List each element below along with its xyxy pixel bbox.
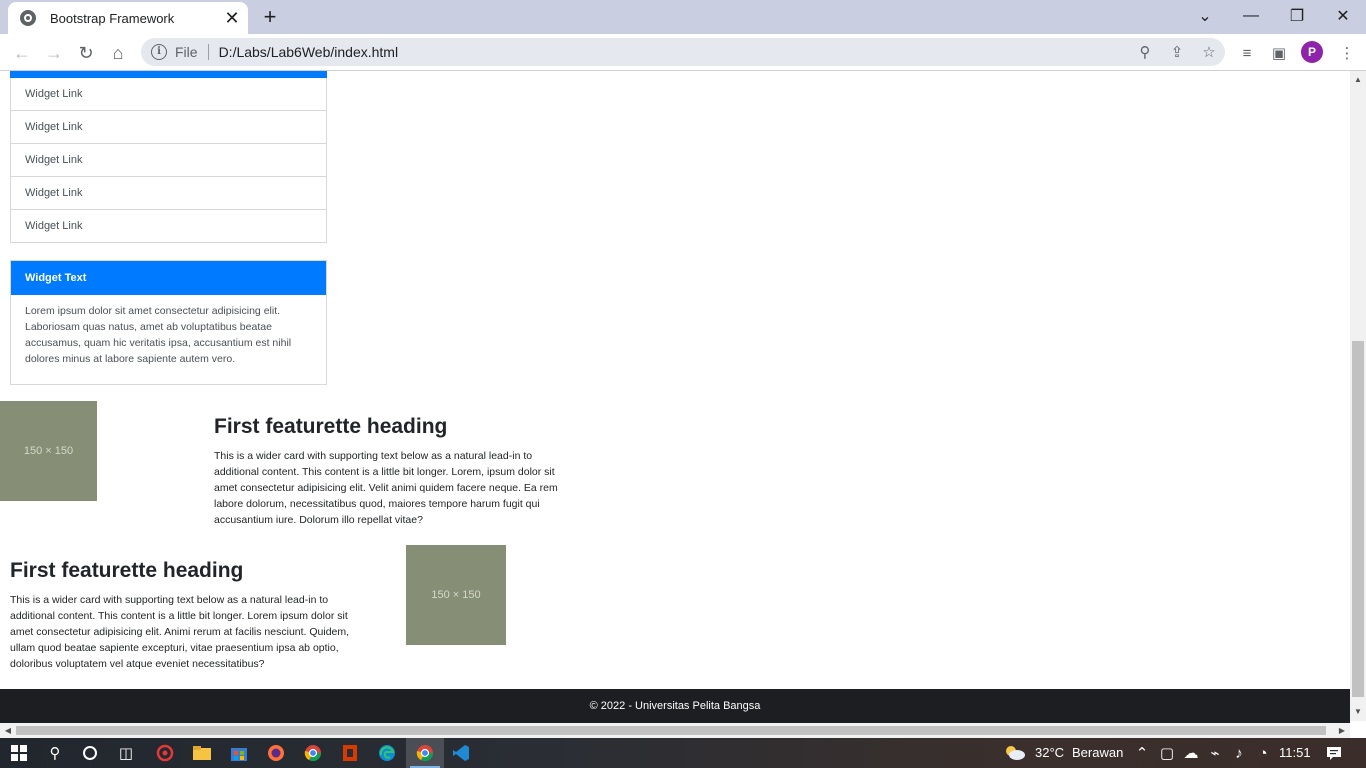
share-icon[interactable]: ⇪: [1161, 38, 1193, 66]
close-tab-icon[interactable]: ✕: [222, 8, 242, 28]
featurette-image-1: 150 × 150: [0, 401, 97, 501]
widget-link[interactable]: Widget Link: [10, 111, 327, 144]
widget-link[interactable]: Widget Link: [10, 144, 327, 177]
scroll-right-arrow-icon[interactable]: ▶: [1335, 723, 1349, 738]
weather-temperature[interactable]: 32°C: [1035, 738, 1064, 768]
widget-text-title: Widget Text: [11, 261, 326, 295]
browser-tab[interactable]: Bootstrap Framework ✕: [8, 2, 248, 34]
widget-link[interactable]: Widget Link: [10, 177, 327, 210]
site-info-icon[interactable]: i: [151, 44, 167, 60]
weather-description[interactable]: Berawan: [1072, 738, 1123, 768]
onedrive-icon[interactable]: ☁: [1180, 742, 1202, 764]
search-icon[interactable]: ⚲: [44, 742, 66, 764]
file-explorer-icon[interactable]: [191, 742, 213, 764]
tab-title: Bootstrap Framework: [50, 10, 175, 26]
page-viewport: Widget Link Widget Link Widget Link Widg…: [0, 71, 1350, 723]
windows-start-icon[interactable]: [8, 742, 30, 764]
chrome-active-icon[interactable]: [414, 742, 436, 764]
reading-list-icon[interactable]: ≡: [1233, 39, 1261, 67]
app-red-icon[interactable]: [154, 742, 176, 764]
wifi-icon[interactable]: ◔: [1252, 742, 1274, 764]
zoom-icon[interactable]: ⚲: [1129, 38, 1161, 66]
featurette-text-1: This is a wider card with supporting tex…: [214, 450, 558, 526]
widget-text-card: Widget Text Lorem ipsum dolor sit amet c…: [10, 260, 327, 385]
reload-icon[interactable]: ↻: [72, 39, 100, 67]
bookmark-star-icon[interactable]: ☆: [1193, 38, 1225, 66]
featurette-image-2: 150 × 150: [406, 545, 506, 645]
vertical-scroll-thumb[interactable]: [1352, 341, 1364, 697]
featurette-heading-1: First featurette heading: [214, 415, 448, 438]
horizontal-scroll-thumb[interactable]: [16, 726, 1326, 735]
menu-kebab-icon[interactable]: ⋮: [1333, 39, 1361, 67]
volume-icon[interactable]: ♪: [1228, 742, 1250, 764]
store-icon[interactable]: [228, 742, 250, 764]
restore-button[interactable]: ❐: [1274, 0, 1320, 32]
address-bar[interactable]: i File D:/Labs/Lab6Web/index.html ⚲ ⇪ ☆: [141, 38, 1225, 66]
meet-now-icon[interactable]: ▢: [1156, 742, 1178, 764]
widget-link[interactable]: Widget Link: [10, 78, 327, 111]
scheme-label: File: [175, 44, 198, 60]
browser-toolbar: ← → ↻ ⌂ i File D:/Labs/Lab6Web/index.htm…: [0, 34, 1366, 71]
edge-icon[interactable]: [376, 742, 398, 764]
home-icon[interactable]: ⌂: [104, 39, 132, 67]
horizontal-scrollbar[interactable]: ◀ ▶: [0, 723, 1350, 738]
close-window-button[interactable]: ✕: [1320, 0, 1366, 32]
notifications-icon[interactable]: [1323, 742, 1345, 764]
network-plug-icon[interactable]: ⌁: [1204, 742, 1226, 764]
side-panel-icon[interactable]: ▣: [1265, 39, 1293, 67]
featurette-text-2: This is a wider card with supporting tex…: [10, 594, 350, 670]
vertical-scrollbar[interactable]: ▲ ▼: [1350, 71, 1366, 721]
featurette-heading-2: First featurette heading: [10, 559, 244, 582]
widget-text-body: Lorem ipsum dolor sit amet consectetur a…: [25, 305, 292, 365]
scroll-left-arrow-icon[interactable]: ◀: [1, 723, 15, 738]
chevron-up-icon[interactable]: ⌃: [1131, 742, 1153, 764]
profile-avatar[interactable]: P: [1301, 41, 1323, 63]
office-icon[interactable]: [339, 742, 361, 764]
chrome-icon[interactable]: [302, 742, 324, 764]
vscode-icon[interactable]: [450, 742, 472, 764]
page-footer: © 2022 - Universitas Pelita Bangsa: [0, 689, 1350, 723]
omnibox-divider: [207, 44, 209, 60]
firefox-icon[interactable]: [265, 742, 287, 764]
browser-tab-strip: Bootstrap Framework ✕ + ⌄ — ❐ ✕: [0, 0, 1366, 34]
task-view-icon[interactable]: ◫: [115, 742, 137, 764]
scroll-up-arrow-icon[interactable]: ▲: [1350, 73, 1366, 87]
widget-link[interactable]: Widget Link: [10, 210, 327, 243]
forward-arrow-icon[interactable]: →: [40, 39, 68, 67]
scroll-down-arrow-icon[interactable]: ▼: [1350, 705, 1366, 719]
widget-link-list: Widget Link Widget Link Widget Link Widg…: [10, 78, 327, 243]
back-arrow-icon[interactable]: ←: [8, 39, 36, 67]
minimize-button[interactable]: —: [1228, 0, 1274, 32]
globe-icon: [20, 10, 36, 26]
weather-cloud-icon[interactable]: [1004, 742, 1026, 764]
url-text[interactable]: D:/Labs/Lab6Web/index.html: [219, 44, 1129, 60]
cortana-icon[interactable]: [79, 742, 101, 764]
tab-search-icon[interactable]: ⌄: [1182, 0, 1228, 32]
clock-time[interactable]: 11:51: [1279, 738, 1311, 768]
new-tab-button[interactable]: +: [258, 6, 282, 28]
widget-header-bar: [10, 71, 327, 78]
windows-taskbar: ⚲ ◫ 32°C Berawan ⌃ ▢ ☁ ⌁ ♪ ◔ 11:51: [0, 738, 1366, 768]
